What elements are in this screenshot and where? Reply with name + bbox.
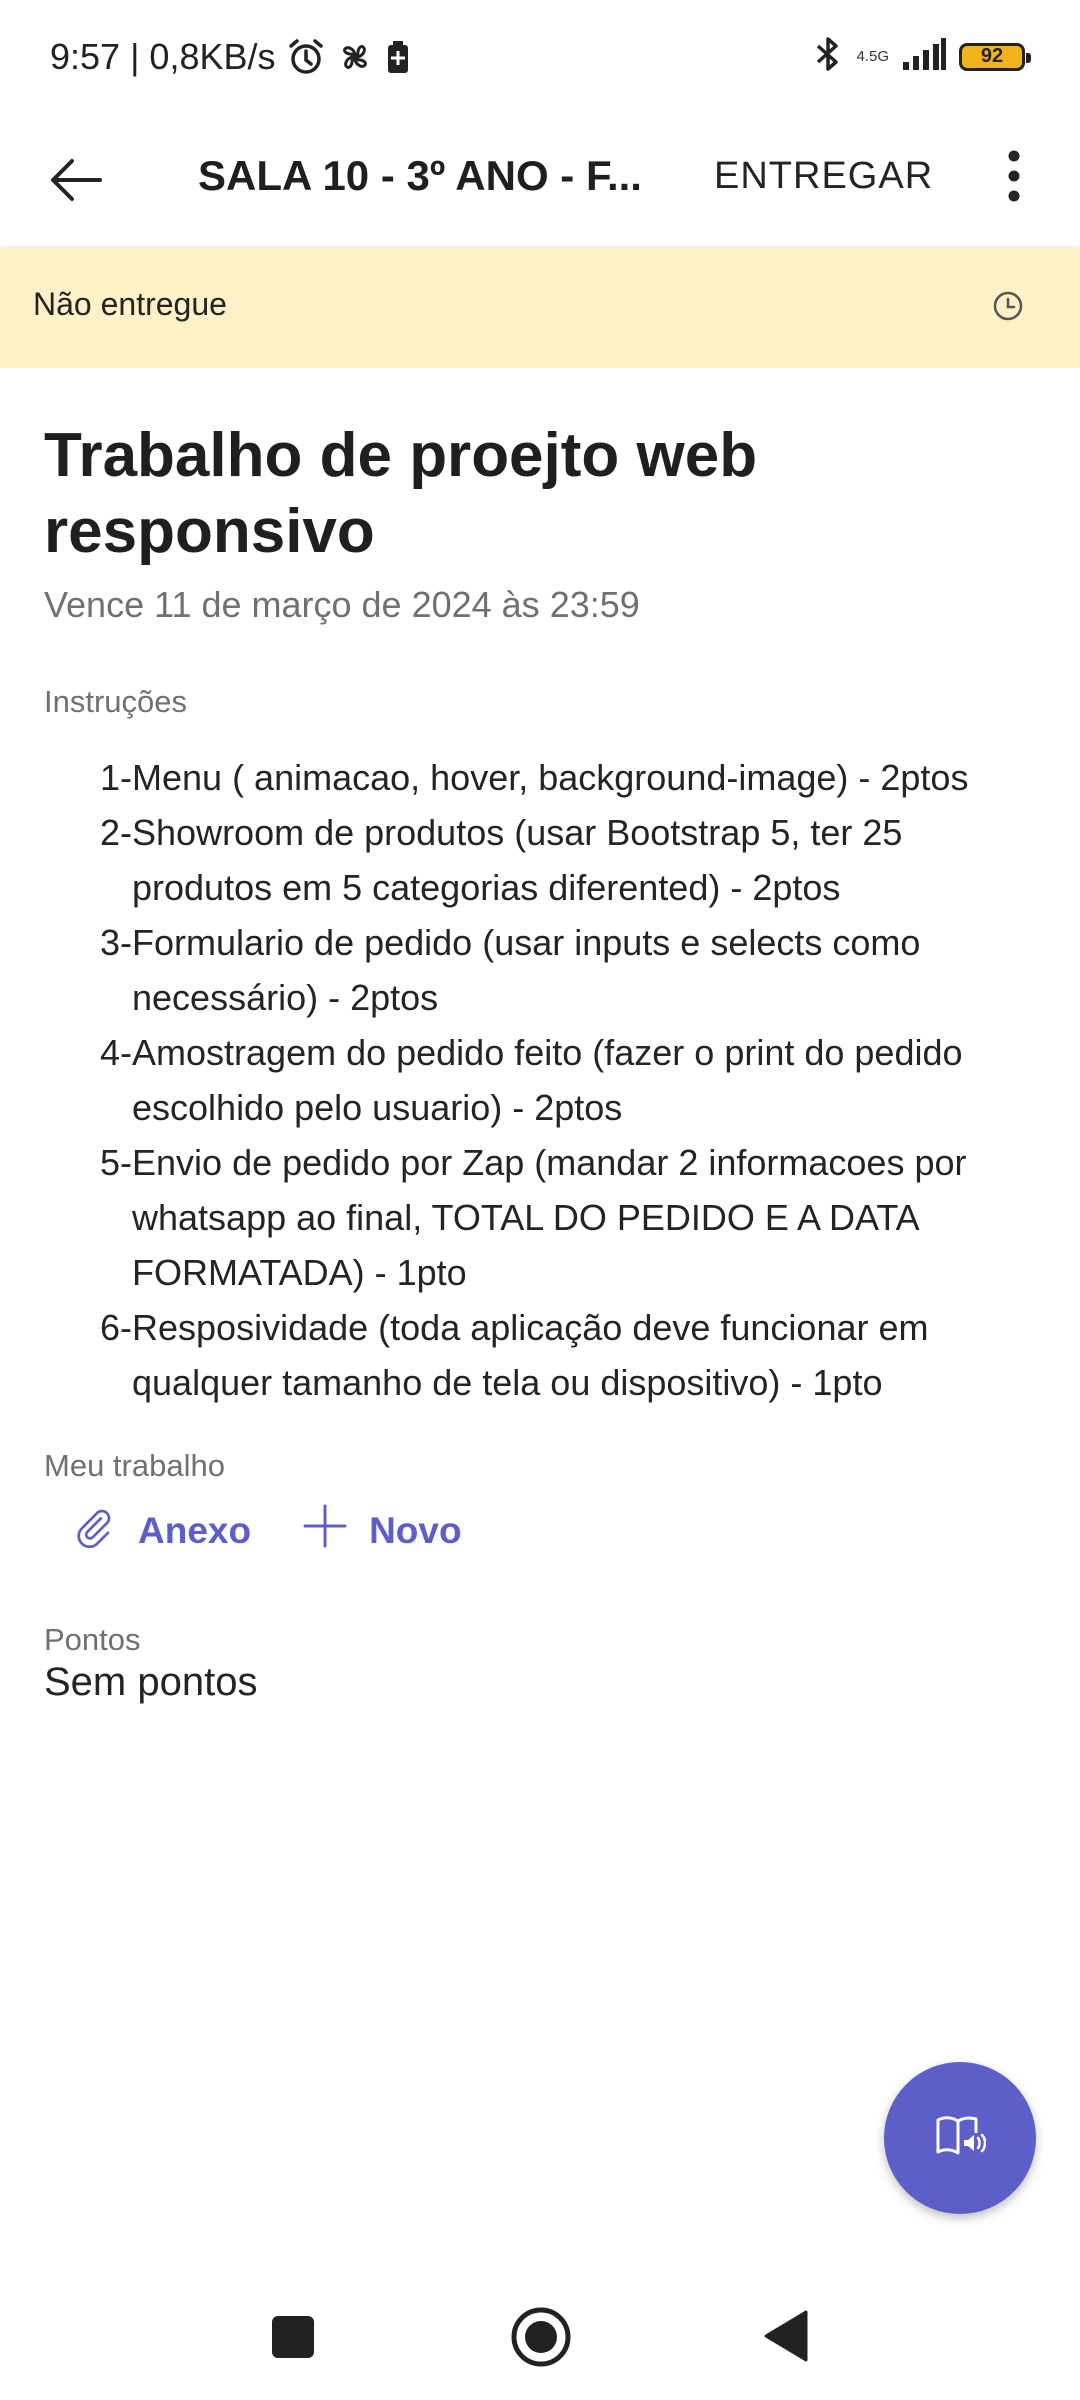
due-date: Vence 11 de março de 2024 às 23:59 — [44, 584, 640, 625]
bluetooth-icon — [812, 34, 844, 79]
immersive-reader-button[interactable] — [884, 2062, 1036, 2214]
instructions-label: Instruções — [44, 684, 188, 719]
more-options-button[interactable] — [992, 142, 1036, 214]
my-work-label: Meu trabalho — [44, 1448, 225, 1483]
assignment-header: Trabalho de proejto web responsivo Vence… — [44, 418, 1044, 626]
attach-label: Anexo — [138, 1509, 252, 1551]
list-item: 6-Resposividade (toda aplicação deve fun… — [100, 1307, 929, 1403]
back-triangle-icon[interactable] — [762, 2310, 808, 2367]
submission-status-banner: Não entregue — [0, 248, 1080, 368]
plus-icon — [303, 1504, 347, 1557]
back-button[interactable] — [40, 146, 112, 218]
back-arrow-icon — [48, 156, 104, 209]
signal-icon — [901, 36, 947, 77]
more-vert-icon — [1007, 150, 1021, 207]
status-time-speed: 9:57 | 0,8KB/s — [50, 36, 276, 77]
battery-indicator: 92 — [959, 42, 1031, 71]
paperclip-icon — [72, 1504, 116, 1557]
submit-button[interactable]: ENTREGAR — [714, 148, 933, 204]
recents-square-icon[interactable] — [270, 2314, 316, 2365]
alarm-icon — [286, 37, 326, 77]
home-circle-icon[interactable] — [510, 2306, 572, 2373]
list-item: 5-Envio de pedido por Zap (mandar 2 info… — [100, 1142, 967, 1293]
instructions-list: 1-Menu ( animacao, hover, background-ima… — [100, 750, 1040, 1410]
new-label: Novo — [369, 1509, 462, 1551]
my-work-actions: Anexo Novo — [72, 1504, 514, 1557]
points-value: Sem pontos — [44, 1660, 258, 1704]
attach-button[interactable]: Anexo — [72, 1504, 251, 1557]
fan-icon — [336, 38, 374, 76]
app-bar: SALA 10 - 3º ANO - F... ENTREGAR — [0, 120, 1080, 248]
list-item: 4-Amostragem do pedido feito (fazer o pr… — [100, 1032, 963, 1128]
immersive-reader-icon — [934, 2114, 987, 2163]
status-bar: 9:57 | 0,8KB/s 4.5G 92 — [0, 0, 1080, 120]
list-item: 2-Showroom de produtos (usar Bootstrap 5… — [100, 812, 903, 908]
status-text: Não entregue — [33, 286, 227, 322]
new-button[interactable]: Novo — [303, 1504, 462, 1557]
system-navigation-bar — [0, 2270, 1080, 2400]
list-item: 1-Menu ( animacao, hover, background-ima… — [100, 757, 969, 798]
clock-icon — [992, 290, 1024, 327]
points-label: Pontos — [44, 1622, 141, 1657]
network-type: 4.5G — [856, 47, 889, 65]
class-title: SALA 10 - 3º ANO - F... — [198, 152, 642, 199]
assignment-title: Trabalho de proejto web responsivo — [44, 421, 758, 566]
status-right: 4.5G 92 — [812, 34, 1031, 79]
status-left: 9:57 | 0,8KB/s — [50, 36, 412, 78]
list-item: 3-Formulario de pedido (usar inputs e se… — [100, 922, 921, 1018]
battery-saver-icon — [384, 39, 412, 75]
